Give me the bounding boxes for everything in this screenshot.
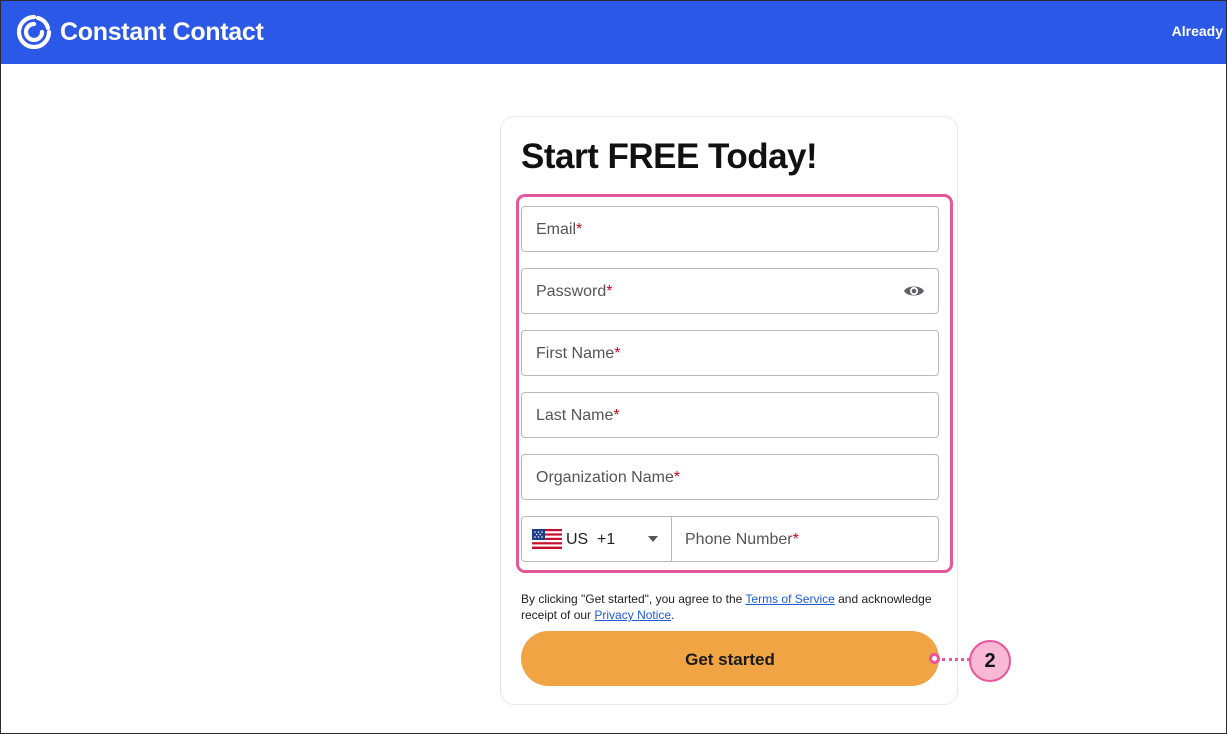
terms-of-service-link[interactable]: Terms of Service [745,592,834,606]
password-field[interactable]: Password* [521,268,939,314]
get-started-button[interactable]: Get started [521,631,939,686]
chevron-down-icon [648,536,658,542]
constant-contact-logo-icon [16,14,52,50]
email-placeholder: Email* [536,221,583,238]
organization-name-placeholder: Organization Name* [536,469,681,486]
dial-code: +1 [597,531,616,548]
phone-field-group: US +1 Phone Number* [521,516,939,562]
page-title: Start FREE Today! [521,137,818,176]
password-placeholder: Password* [536,283,613,300]
callout-connector [942,658,970,661]
privacy-notice-link[interactable]: Privacy Notice [594,608,671,622]
country-code-select[interactable]: US +1 [522,517,672,561]
last-name-placeholder: Last Name* [536,407,620,424]
brand-name: Constant Contact [60,17,264,46]
phone-number-input[interactable]: Phone Number* [685,531,799,549]
email-field[interactable]: Email* [521,206,939,252]
eye-icon[interactable] [903,282,925,305]
country-code: US [566,531,589,548]
already-have-account-link[interactable]: Already [1172,23,1223,39]
brand-logo[interactable]: Constant Contact [16,14,264,50]
us-flag-icon [532,529,562,554]
callout-anchor-dot [929,653,940,664]
last-name-field[interactable]: Last Name* [521,392,939,438]
signup-card: Start FREE Today! Email* Password* First… [500,116,958,705]
first-name-field[interactable]: First Name* [521,330,939,376]
first-name-placeholder: First Name* [536,345,621,362]
top-navigation-bar: Constant Contact Already [0,0,1227,64]
organization-name-field[interactable]: Organization Name* [521,454,939,500]
consent-text: By clicking "Get started", you agree to … [521,592,932,622]
callout-badge: 2 [969,640,1011,682]
